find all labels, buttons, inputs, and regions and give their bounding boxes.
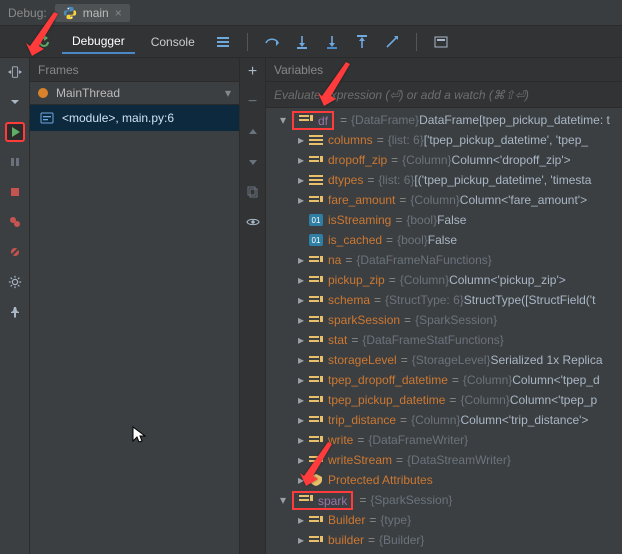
step-into-my-code-button[interactable]: [320, 30, 344, 54]
tree-toggle[interactable]: ▾: [276, 113, 290, 127]
chevron-down-icon: ▾: [225, 86, 231, 100]
tree-toggle[interactable]: ▾: [276, 493, 290, 507]
add-watch-button[interactable]: +: [243, 62, 263, 82]
down-icon[interactable]: [243, 152, 263, 172]
gear-icon[interactable]: [5, 272, 25, 292]
svg-text:01: 01: [312, 216, 321, 225]
rerun-button[interactable]: [32, 30, 56, 54]
separator: [416, 33, 417, 51]
tree-toggle[interactable]: ▸: [294, 393, 308, 407]
close-icon[interactable]: ×: [115, 6, 122, 20]
debug-toolbar: Debugger Console: [0, 26, 622, 58]
tree-toggle[interactable]: ▸: [294, 413, 308, 427]
tree-toggle[interactable]: ▸: [294, 533, 308, 547]
variable-row[interactable]: ▸storageLevel={StorageLevel} Serialized …: [266, 350, 622, 370]
variable-row[interactable]: ▸sparkSession={SparkSession}: [266, 310, 622, 330]
thread-name: MainThread: [56, 86, 120, 100]
tree-toggle[interactable]: ▸: [294, 313, 308, 327]
tree-toggle[interactable]: ▸: [294, 353, 308, 367]
up-icon[interactable]: [243, 122, 263, 142]
tree-toggle[interactable]: ▸: [294, 253, 308, 267]
variable-row[interactable]: ▸writeStream={DataStreamWriter}: [266, 450, 622, 470]
remove-watch-button[interactable]: −: [243, 92, 263, 112]
threads-button[interactable]: [211, 30, 235, 54]
variable-row[interactable]: ▸write={DataFrameWriter}: [266, 430, 622, 450]
variable-row[interactable]: ▸dtypes={list: 6} [('tpep_pickup_datetim…: [266, 170, 622, 190]
down-icon[interactable]: [5, 92, 25, 112]
variable-row[interactable]: ▸pickup_zip={Column} Column<'pickup_zip'…: [266, 270, 622, 290]
variable-row[interactable]: ▸tpep_pickup_datetime={Column} Column<'t…: [266, 390, 622, 410]
run-to-cursor-button[interactable]: [380, 30, 404, 54]
stack-frame-label: <module>, main.py:6: [62, 111, 174, 125]
svg-text:01: 01: [312, 236, 321, 245]
tree-toggle[interactable]: ▸: [294, 373, 308, 387]
variable-row[interactable]: ▾df={DataFrame} DataFrame[tpep_pickup_da…: [266, 110, 622, 130]
tree-toggle[interactable]: ▸: [294, 173, 308, 187]
view-breakpoints-button[interactable]: [5, 212, 25, 232]
frames-header: Frames: [30, 58, 239, 82]
evaluate-placeholder: Evaluate expression (⏎) or add a watch (…: [274, 88, 529, 102]
tree-toggle[interactable]: ▸: [294, 513, 308, 527]
frame-icon: [40, 111, 54, 125]
variable-row[interactable]: ▸columns={list: 6} ['tpep_pickup_datetim…: [266, 130, 622, 150]
mute-breakpoints-button[interactable]: [5, 242, 25, 262]
variables-tree[interactable]: ▾df={DataFrame} DataFrame[tpep_pickup_da…: [266, 108, 622, 554]
variable-row[interactable]: ▸trip_distance={Column} Column<'trip_dis…: [266, 410, 622, 430]
evaluate-input[interactable]: Evaluate expression (⏎) or add a watch (…: [266, 82, 622, 108]
tab-console[interactable]: Console: [141, 31, 205, 53]
variables-panel: Variables Evaluate expression (⏎) or add…: [266, 58, 622, 554]
tree-toggle[interactable]: ▸: [294, 293, 308, 307]
step-into-button[interactable]: [290, 30, 314, 54]
show-watches-icon[interactable]: [243, 212, 263, 232]
variable-row[interactable]: ▸na={DataFrameNaFunctions}: [266, 250, 622, 270]
thread-status-icon: [38, 88, 48, 98]
tab-debugger[interactable]: Debugger: [62, 30, 135, 54]
variable-row[interactable]: ▸schema={StructType: 6} StructType([Stru…: [266, 290, 622, 310]
copy-icon[interactable]: [243, 182, 263, 202]
variable-row[interactable]: 01isStreaming={bool} False: [266, 210, 622, 230]
tree-toggle[interactable]: ▸: [294, 473, 308, 487]
tree-toggle[interactable]: ▸: [294, 193, 308, 207]
resume-button[interactable]: [5, 122, 25, 142]
pin-icon[interactable]: [5, 302, 25, 322]
separator: [247, 33, 248, 51]
variable-row[interactable]: ▾spark={SparkSession}: [266, 490, 622, 510]
stop-button[interactable]: [5, 182, 25, 202]
variables-header: Variables: [266, 58, 622, 82]
variable-row[interactable]: ▸stat={DataFrameStatFunctions}: [266, 330, 622, 350]
variable-row[interactable]: ▸tpep_dropoff_datetime={Column} Column<'…: [266, 370, 622, 390]
run-config-tab[interactable]: main ×: [55, 4, 130, 22]
variable-row[interactable]: 01is_cached={bool} False: [266, 230, 622, 250]
evaluate-expression-button[interactable]: [429, 30, 453, 54]
tree-toggle[interactable]: ▸: [294, 153, 308, 167]
step-over-button[interactable]: [260, 30, 284, 54]
variable-row[interactable]: ▸fare_amount={Column} Column<'fare_amoun…: [266, 190, 622, 210]
settings-icon[interactable]: [5, 62, 25, 82]
pause-button[interactable]: [5, 152, 25, 172]
variable-row[interactable]: ▸Builder={type}: [266, 510, 622, 530]
frames-panel: Frames MainThread ▾ <module>, main.py:6: [30, 58, 240, 554]
step-out-button[interactable]: [350, 30, 374, 54]
variable-row[interactable]: ▸builder={Builder}: [266, 530, 622, 550]
debug-titlebar: Debug: main ×: [0, 0, 622, 26]
tree-toggle[interactable]: ▸: [294, 273, 308, 287]
thread-selector[interactable]: MainThread ▾: [30, 82, 239, 105]
python-icon: [63, 6, 77, 20]
variables-action-rail: + −: [240, 58, 266, 554]
tree-toggle[interactable]: ▸: [294, 433, 308, 447]
tree-toggle[interactable]: ▸: [294, 133, 308, 147]
variable-row[interactable]: ▸Protected Attributes: [266, 470, 622, 490]
tree-toggle[interactable]: ▸: [294, 333, 308, 347]
stack-frame[interactable]: <module>, main.py:6: [30, 105, 239, 131]
run-config-name: main: [83, 6, 109, 20]
variable-row[interactable]: ▸dropoff_zip={Column} Column<'dropoff_zi…: [266, 150, 622, 170]
tree-toggle[interactable]: ▸: [294, 453, 308, 467]
debug-label: Debug:: [8, 6, 47, 20]
debug-action-rail: [0, 58, 30, 554]
